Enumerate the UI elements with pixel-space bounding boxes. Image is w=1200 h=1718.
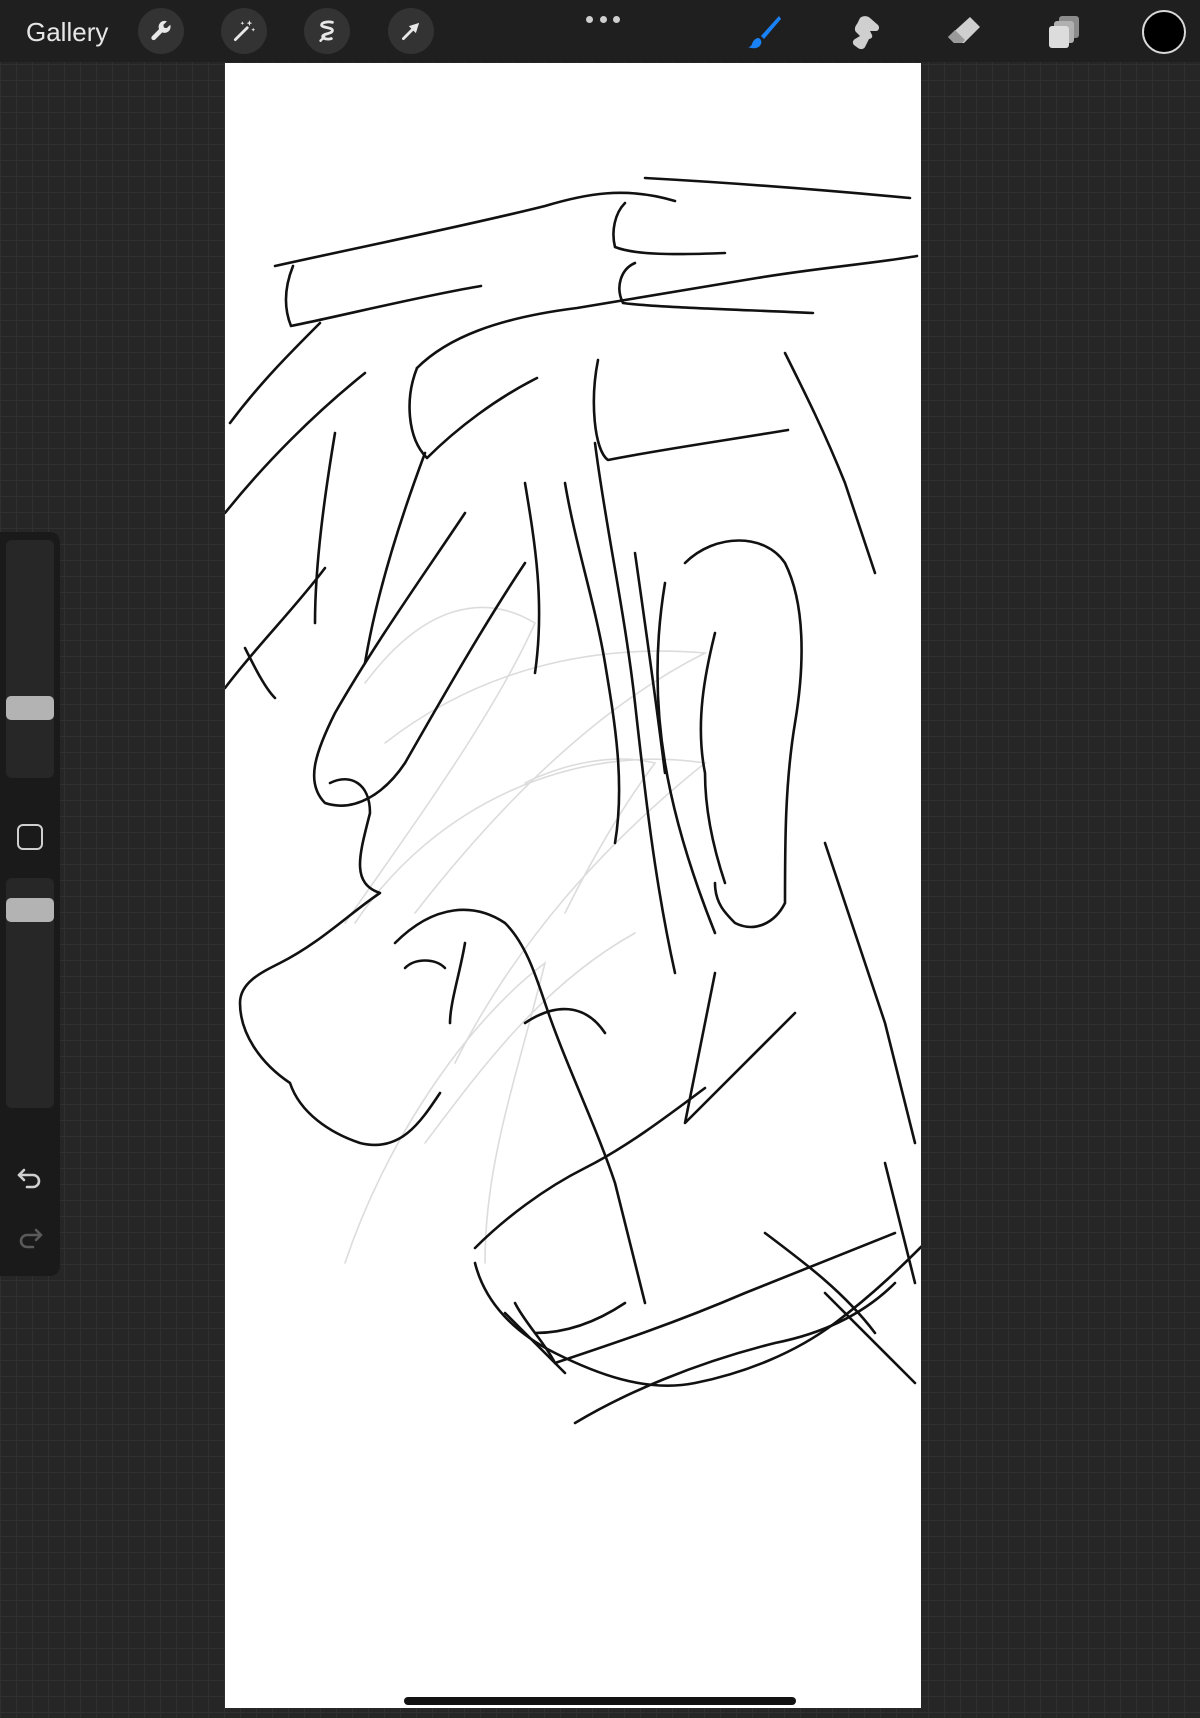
magic-wand-icon (233, 20, 256, 42)
dot (613, 15, 620, 23)
undo-icon[interactable] (15, 1162, 45, 1192)
sketch-artwork (225, 176, 921, 1425)
dot (599, 15, 607, 23)
wrench-icon (151, 20, 171, 41)
eraser-tool-button[interactable] (942, 10, 986, 54)
brush-size-slider-thumb[interactable] (6, 696, 54, 720)
layers-button[interactable] (1042, 10, 1086, 54)
opacity-slider-thumb[interactable] (6, 898, 54, 922)
brush-size-track[interactable] (6, 540, 54, 778)
home-indicator (404, 1697, 796, 1705)
more-options-dots[interactable] (586, 12, 620, 26)
modify-button[interactable] (17, 824, 43, 850)
left-sidebar (0, 532, 60, 1276)
gallery-button[interactable]: Gallery (26, 15, 108, 49)
transform-arrow-icon (402, 22, 420, 40)
dot (586, 15, 593, 23)
actions-button[interactable] (138, 8, 184, 54)
drawing-canvas[interactable] (225, 63, 921, 1708)
smudge-icon (852, 16, 880, 50)
selection-button[interactable] (304, 8, 350, 54)
brush-icon (748, 16, 781, 49)
smudge-tool-button[interactable] (842, 10, 886, 54)
brush-tool-button[interactable] (742, 10, 786, 54)
adjustments-button[interactable] (221, 8, 267, 54)
eraser-icon (948, 17, 980, 43)
top-toolbar: Gallery (0, 0, 1200, 62)
layers-icon (1049, 16, 1079, 48)
selection-icon (319, 20, 334, 42)
redo-icon[interactable] (15, 1222, 45, 1252)
color-picker-button[interactable] (1142, 10, 1186, 54)
transform-button[interactable] (388, 8, 434, 54)
